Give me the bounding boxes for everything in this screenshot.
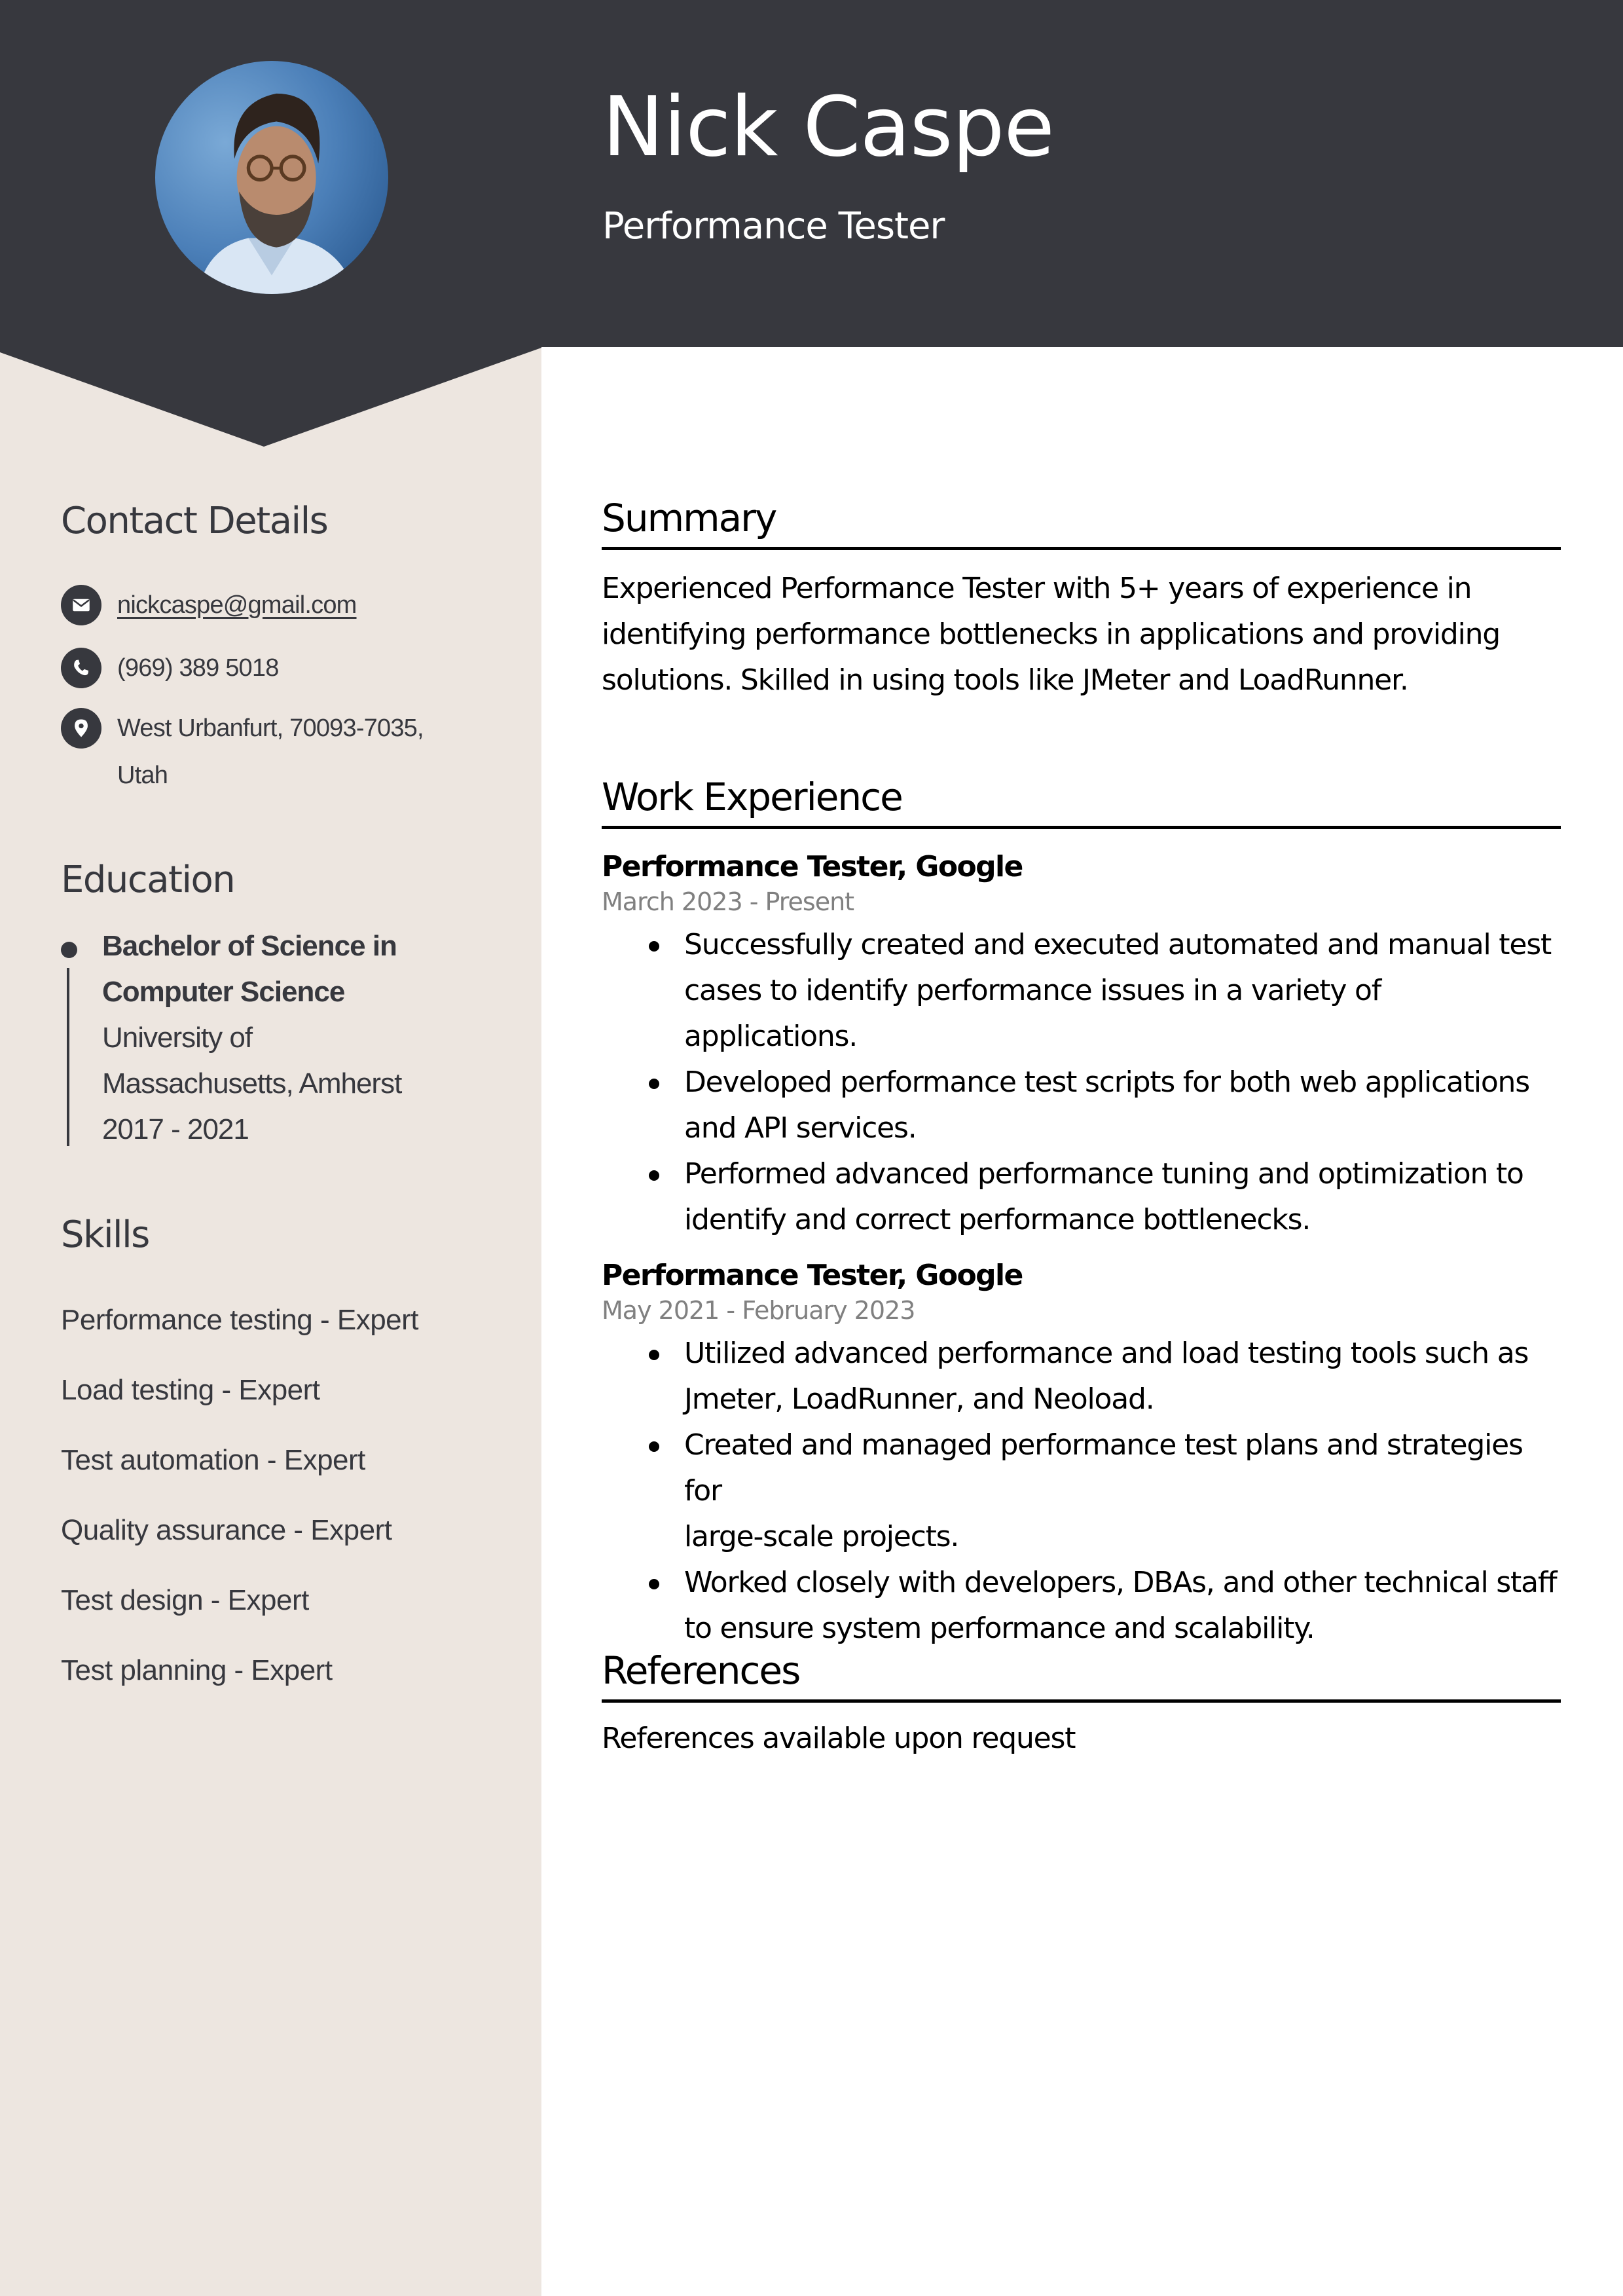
header-chevron: [0, 346, 541, 447]
summary-heading: Summary: [602, 496, 777, 540]
skill-item: Quality assurance - Expert: [61, 1514, 392, 1546]
skill-item: Test planning - Expert: [61, 1654, 333, 1686]
bullet-item: Utilized advanced performance and load t…: [602, 1331, 1561, 1422]
candidate-name: Nick Caspe: [602, 79, 1055, 175]
summary-text: Experienced Performance Tester with 5+ y…: [602, 566, 1561, 703]
bullet-item: Performed advanced performance tuning an…: [602, 1151, 1561, 1243]
skill-item: Load testing - Expert: [61, 1374, 320, 1406]
school-line-2: Massachusetts, Amherst: [102, 1067, 402, 1100]
bullet-item: Created and managed performance test pla…: [602, 1422, 1561, 1560]
education-years: 2017 - 2021: [102, 1113, 249, 1145]
email-icon: [61, 585, 101, 625]
resume-header: Nick Caspe Performance Tester: [0, 0, 1623, 347]
phone-icon: [61, 648, 101, 688]
email-link[interactable]: nickcaspe@gmail.com: [117, 582, 357, 629]
job-entry: Performance Tester, Google May 2021 - Fe…: [602, 1257, 1561, 1652]
summary-line: identifying performance bottlenecks in a…: [602, 617, 1501, 651]
experience-heading: Work Experience: [602, 775, 903, 819]
skills-heading: Skills: [61, 1213, 150, 1256]
location-pin-icon: [61, 708, 101, 749]
job-title: Performance Tester, Google: [602, 1258, 1023, 1292]
address-line-1: West Urbanfurt, 70093-7035,: [117, 714, 424, 742]
summary-line: Experienced Performance Tester with 5+ y…: [602, 571, 1472, 605]
summary-line: solutions. Skilled in using tools like J…: [602, 663, 1409, 697]
skill-item: Performance testing - Expert: [61, 1304, 419, 1336]
job-entry: Performance Tester, Google March 2023 - …: [602, 849, 1561, 1243]
references-section: References References available upon req…: [602, 1649, 1561, 1762]
job-dates: May 2021 - February 2023: [602, 1295, 915, 1325]
address: West Urbanfurt, 70093-7035, Utah: [117, 705, 424, 799]
education-item: Bachelor of Science in Computer Science …: [102, 923, 521, 1153]
contact-heading: Contact Details: [61, 500, 329, 542]
school-line-1: University of: [102, 1022, 253, 1054]
education-heading: Education: [61, 859, 236, 901]
school: University of Massachusetts, Amherst: [102, 1015, 521, 1107]
degree: Bachelor of Science in Computer Science: [102, 923, 521, 1015]
bullet-item: Successfully created and executed automa…: [602, 922, 1561, 1060]
bullet-item: Developed performance test scripts for b…: [602, 1060, 1561, 1151]
profile-photo-icon: [155, 61, 388, 294]
experience-section: Work Experience Performance Tester, Goog…: [602, 775, 1561, 1652]
references-text: References available upon request: [602, 1721, 1076, 1755]
summary-section: Summary Experienced Performance Tester w…: [602, 496, 1561, 703]
job-bullets: Successfully created and executed automa…: [602, 922, 1561, 1243]
contact-list: nickcaspe@gmail.com (969) 389 5018 West …: [61, 585, 519, 799]
skill-item: Test automation - Expert: [61, 1444, 365, 1476]
bullet-item: Worked closely with developers, DBAs, an…: [602, 1560, 1561, 1652]
section-divider: [602, 825, 1561, 829]
phone-number: (969) 389 5018: [117, 654, 279, 682]
section-divider: [602, 546, 1561, 550]
avatar: [155, 61, 388, 294]
references-heading: References: [602, 1648, 801, 1693]
section-divider: [602, 1699, 1561, 1703]
timeline-dot-icon: [61, 942, 77, 958]
job-dates: March 2023 - Present: [602, 887, 854, 916]
contact-address: West Urbanfurt, 70093-7035, Utah: [61, 708, 519, 799]
job-title: Performance Tester, Google: [602, 849, 1023, 883]
skills-list: Performance testing - Expert Load testin…: [61, 1285, 519, 1705]
skill-item: Test design - Expert: [61, 1584, 309, 1616]
degree-line-2: Computer Science: [102, 976, 345, 1008]
contact-phone: (969) 389 5018: [61, 648, 519, 708]
timeline-line: [67, 968, 69, 1146]
contact-email: nickcaspe@gmail.com: [61, 585, 519, 648]
address-line-2: Utah: [117, 762, 168, 789]
candidate-title: Performance Tester: [602, 205, 945, 248]
degree-line-1: Bachelor of Science in: [102, 930, 397, 962]
job-bullets: Utilized advanced performance and load t…: [602, 1331, 1561, 1652]
